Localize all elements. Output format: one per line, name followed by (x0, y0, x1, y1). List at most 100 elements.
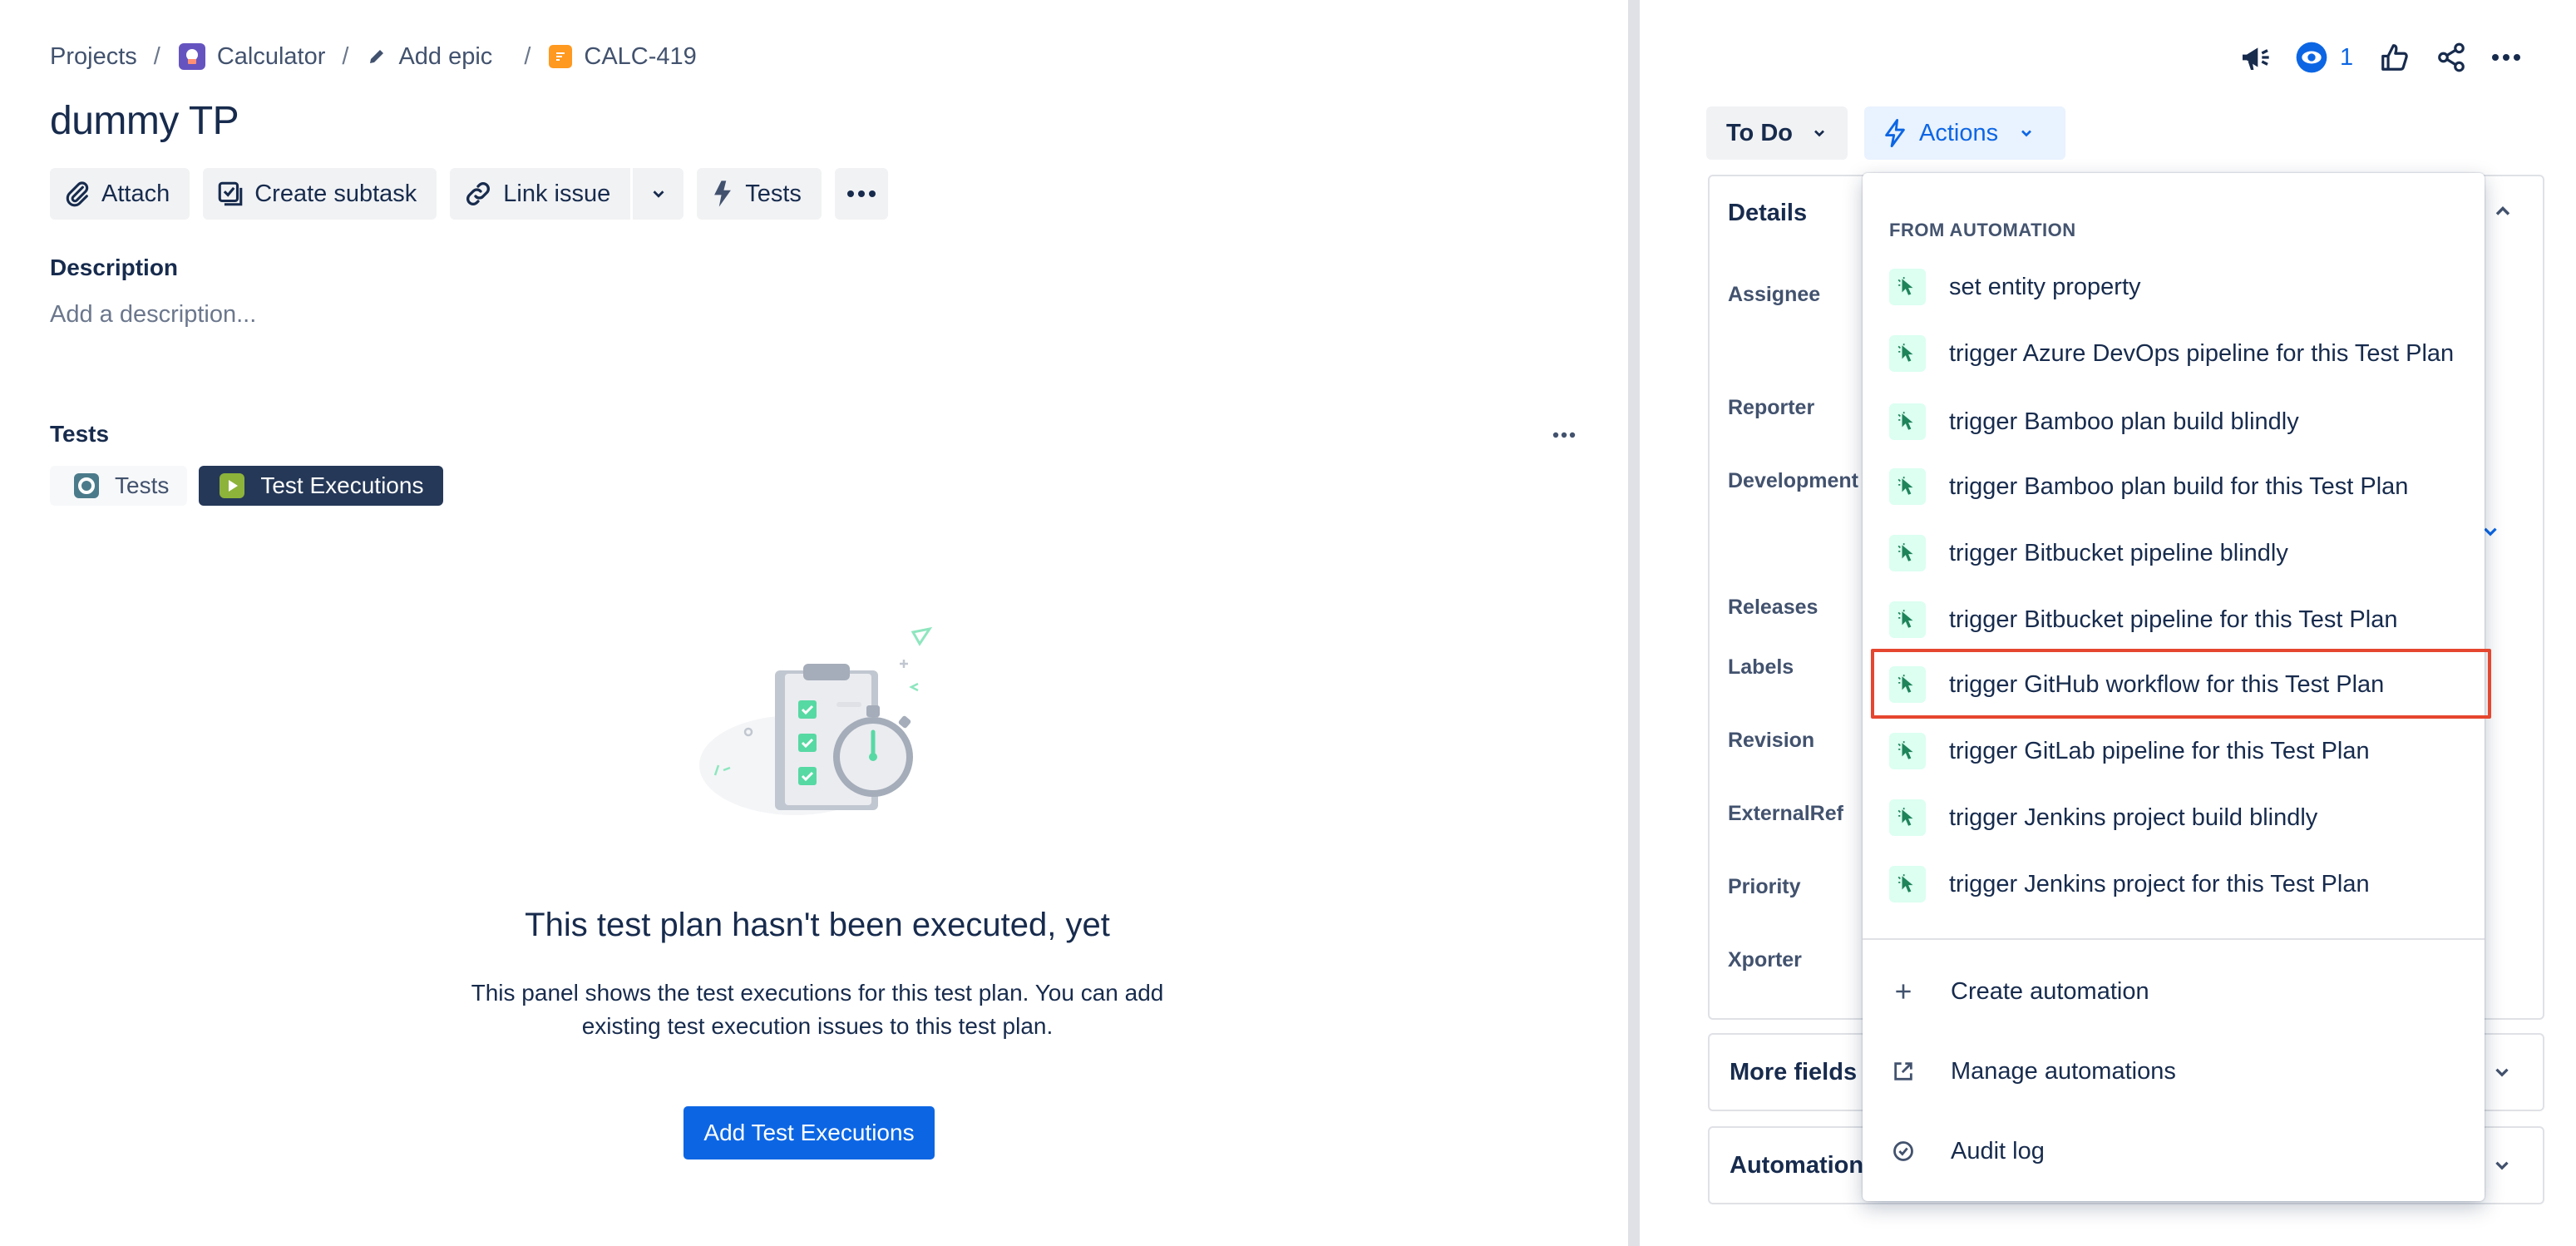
external-link-icon (1889, 1060, 1917, 1083)
menu-item-trigger-azure-devops[interactable]: trigger Azure DevOps pipeline for this T… (1874, 326, 2473, 381)
actions-label: Actions (1919, 119, 1999, 146)
more-actions-button[interactable] (834, 168, 888, 220)
tab-test-executions[interactable]: Test Executions (199, 466, 444, 506)
menu-item-trigger-bamboo-blindly[interactable]: trigger Bamboo plan build blindly (1874, 394, 2473, 449)
breadcrumb-add-epic[interactable]: Add epic (367, 43, 492, 71)
empty-state-title: This test plan hasn't been executed, yet (525, 907, 1110, 943)
pane-resize-handle[interactable] (1628, 0, 1640, 1246)
tests-button[interactable]: Tests (697, 168, 822, 220)
project-avatar-icon (178, 43, 205, 70)
share-button[interactable] (2433, 40, 2470, 75)
attach-button[interactable]: Attach (50, 168, 190, 220)
pencil-icon (367, 47, 387, 67)
empty-state-illustration (695, 624, 948, 830)
menu-item-trigger-jenkins-blindly[interactable]: trigger Jenkins project build blindly (1874, 790, 2473, 845)
issue-top-actions: 1 (2237, 40, 2524, 75)
add-test-executions-button[interactable]: Add Test Executions (683, 1106, 935, 1159)
tests-more-button[interactable] (1550, 421, 1578, 449)
breadcrumb-projects[interactable]: Projects (50, 43, 137, 71)
lightning-icon (1884, 119, 1906, 147)
breadcrumb-issue[interactable]: CALC-419 (549, 42, 697, 71)
field-reporter: Reporter (1728, 396, 1815, 419)
actions-dropdown[interactable]: Actions (1864, 106, 2065, 160)
breadcrumb-issue-key: CALC-419 (584, 42, 697, 70)
chevron-up-icon[interactable] (2491, 200, 2514, 223)
manage-automations-label: Manage automations (1951, 1057, 2176, 1085)
automation-rule-icon (1889, 601, 1926, 638)
tab-tests[interactable]: Tests (50, 466, 188, 506)
audit-log-item[interactable]: Audit log (1889, 1126, 2045, 1176)
menu-item-trigger-bitbucket-blindly[interactable]: trigger Bitbucket pipeline blindly (1874, 526, 2473, 581)
status-label: To Do (1726, 119, 1793, 146)
breadcrumb: Projects / Calculator / Add epic / CALC-… (50, 40, 697, 73)
breadcrumb-project[interactable]: Calculator (178, 42, 326, 71)
menu-item-label: trigger Jenkins project build blindly (1949, 803, 2318, 831)
automation-rule-icon (1889, 799, 1926, 836)
menu-item-trigger-bamboo-test-plan[interactable]: trigger Bamboo plan build for this Test … (1874, 459, 2473, 514)
chevron-down-icon (1811, 125, 1828, 141)
tests-tabs: Tests Test Executions (50, 466, 444, 506)
subtask-icon (216, 180, 244, 208)
menu-item-set-entity-property[interactable]: set entity property (1874, 260, 2473, 314)
description-placeholder[interactable]: Add a description... (50, 301, 256, 329)
create-automation-item[interactable]: Create automation (1889, 967, 2149, 1016)
tab-tests-label: Tests (115, 472, 170, 498)
chevron-down-icon (649, 185, 668, 203)
megaphone-icon (2238, 41, 2272, 74)
menu-item-label: set entity property (1949, 273, 2141, 300)
manage-automations-item[interactable]: Manage automations (1889, 1046, 2176, 1096)
chevron-down-icon[interactable] (2491, 1061, 2513, 1083)
breadcrumb-add-epic-label: Add epic (398, 42, 493, 70)
automation-rule-icon (1889, 403, 1926, 440)
link-issue-button-group: Link issue (450, 168, 684, 220)
test-execution-icon (219, 472, 245, 499)
chevron-down-icon (2018, 125, 2035, 141)
page-title[interactable]: dummy TP (50, 98, 239, 144)
issue-toolbar: Attach Create subtask Link issue Tests (50, 168, 888, 220)
details-heading[interactable]: Details (1728, 200, 1807, 227)
share-icon (2435, 42, 2467, 73)
field-development: Development (1728, 469, 1858, 492)
menu-item-label: trigger Bitbucket pipeline for this Test… (1949, 606, 2398, 633)
link-issue-button[interactable]: Link issue (450, 168, 630, 220)
tab-test-executions-label: Test Executions (260, 472, 424, 498)
breadcrumb-separator: / (524, 42, 531, 70)
breadcrumb-project-label: Calculator (216, 42, 326, 70)
breadcrumb-separator: / (153, 42, 160, 70)
create-subtask-button[interactable]: Create subtask (203, 168, 437, 220)
watch-button[interactable]: 1 (2295, 41, 2353, 74)
menu-item-label: trigger Jenkins project for this Test Pl… (1949, 870, 2370, 897)
menu-item-trigger-bitbucket-test-plan[interactable]: trigger Bitbucket pipeline for this Test… (1874, 592, 2473, 647)
audit-log-label: Audit log (1951, 1137, 2045, 1164)
automation-rule-icon (1889, 335, 1926, 372)
link-issue-dropdown-button[interactable] (630, 168, 683, 220)
field-xporter: Xporter (1728, 948, 1802, 972)
menu-item-label: trigger Bamboo plan build for this Test … (1949, 472, 2409, 500)
more-icon (1552, 432, 1576, 438)
automation-rule-icon (1889, 269, 1926, 305)
status-dropdown[interactable]: To Do (1706, 106, 1848, 160)
attach-label: Attach (101, 180, 170, 207)
menu-item-label: trigger GitLab pipeline for this Test Pl… (1949, 737, 2370, 764)
menu-item-label: trigger Bamboo plan build blindly (1949, 408, 2299, 435)
more-actions-button[interactable] (2488, 40, 2524, 75)
field-assignee: Assignee (1728, 283, 1821, 306)
automation-rule-icon (1889, 468, 1926, 505)
menu-item-trigger-gitlab-pipeline[interactable]: trigger GitLab pipeline for this Test Pl… (1874, 724, 2473, 779)
menu-item-label: trigger Azure DevOps pipeline for this T… (1949, 339, 2455, 367)
paperclip-icon (63, 180, 91, 208)
highlight-box (1871, 649, 2491, 719)
xray-icon (710, 180, 735, 208)
field-revision: Revision (1728, 729, 1815, 752)
vote-button[interactable] (2376, 40, 2413, 75)
create-automation-label: Create automation (1951, 977, 2149, 1005)
automation-heading: Automation (1730, 1151, 1864, 1179)
menu-divider (1863, 938, 2485, 940)
menu-section-heading: FROM AUTOMATION (1889, 220, 2076, 240)
automation-rule-icon (1889, 733, 1926, 769)
more-fields-heading: More fields (1730, 1058, 1858, 1085)
chevron-down-icon[interactable] (2491, 1155, 2513, 1176)
field-labels: Labels (1728, 655, 1794, 679)
menu-item-trigger-jenkins-test-plan[interactable]: trigger Jenkins project for this Test Pl… (1874, 857, 2473, 912)
feedback-button[interactable] (2237, 40, 2273, 75)
